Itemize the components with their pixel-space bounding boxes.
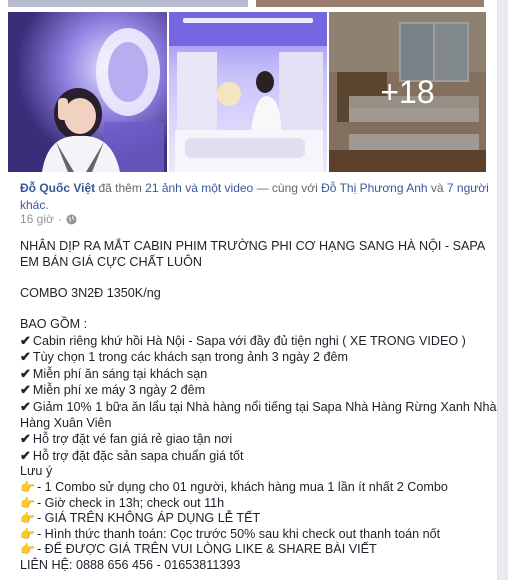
header-text: .	[45, 198, 49, 212]
previous-photo-edge	[256, 0, 484, 7]
checkmark-icon: ✔	[20, 349, 31, 365]
checkmark-icon: ✔	[20, 431, 31, 447]
include-item: ✔ Cabin riêng khứ hồi Hà Nội - Sapa với đ…	[20, 332, 466, 348]
pointing-hand-icon: 👉	[20, 542, 35, 557]
note-item: 👉 - Hình thức thanh toán: Cọc trước 50% s…	[20, 526, 441, 541]
note-item: 👉 - GIÁ TRÊN KHÔNG ÁP DỤNG LỄ TẾT	[20, 511, 261, 526]
include-item: ✔ Miễn phí ăn sáng tại khách sạn	[20, 365, 208, 381]
checkmark-icon: ✔	[20, 365, 31, 381]
pointing-hand-icon: 👉	[20, 495, 35, 510]
meta-separator: ·	[57, 212, 62, 226]
previous-post-strip	[0, 0, 497, 10]
contact-info: LIÊN HỆ: 0888 656 456 - 01653811393	[20, 557, 241, 572]
checkmark-icon: ✔	[20, 382, 31, 398]
more-photos-overlay[interactable]: +18	[329, 12, 486, 172]
include-item: ✔ Giảm 10% 1 bữa ăn lẩu tại Nhà hàng nổi …	[20, 398, 497, 414]
previous-photo-edge	[8, 0, 248, 7]
post-header: Đỗ Quốc Việt đã thêm 21 ảnh và một video…	[20, 180, 490, 214]
include-item: ✔ Tùy chọn 1 trong các khách sạn trong ản…	[20, 349, 348, 365]
globe-icon[interactable]	[66, 214, 77, 225]
include-item: ✔ Miễn phí xe máy 3 ngày 2 đêm	[20, 382, 206, 398]
photo-hotel-room[interactable]: +18	[329, 12, 486, 172]
post-card: +18 Đỗ Quốc Việt đã thêm 21 ảnh và một v…	[0, 0, 498, 580]
pointing-hand-icon: 👉	[20, 511, 35, 526]
timestamp-link[interactable]: 16 giờ	[20, 212, 54, 226]
combo-price: COMBO 3N2Đ 1350K/ng	[20, 285, 161, 300]
checkmark-icon: ✔	[20, 332, 31, 348]
post-headline: NHÂN DỊP RA MẮT CABIN PHIM TRƯỜNG PHI CƠ…	[20, 239, 486, 253]
author-name-link[interactable]: Đỗ Quốc Việt	[20, 181, 95, 195]
more-photos-count: +18	[380, 73, 435, 110]
note-item: 👉 - ĐỂ ĐƯỢC GIÁ TRÊN VUI LÒNG LIKE & SHAR…	[20, 542, 377, 557]
header-text: đã thêm	[95, 181, 146, 195]
pointing-hand-icon: 👉	[20, 479, 35, 494]
photo-cabin-girl[interactable]	[8, 12, 167, 172]
includes-title: BAO GỒM :	[20, 316, 88, 331]
include-item-cont: Hàng Xuân Viên	[20, 415, 112, 430]
checkmark-icon: ✔	[20, 398, 31, 414]
header-text: — cùng với	[253, 181, 322, 195]
post-headline: EM BÁN GIÁ CỰC CHẤT LUÔN	[20, 254, 202, 269]
note-item: 👉 - Giờ check in 13h; check out 11h	[20, 495, 225, 510]
checkmark-icon: ✔	[20, 447, 31, 463]
photo-cabin-interior[interactable]	[169, 12, 327, 172]
pointing-hand-icon: 👉	[20, 526, 35, 541]
note-title: Lưu ý	[20, 464, 53, 479]
include-item: ✔ Hỗ trợ đặt đặc sản sapa chuẩn giá tốt	[20, 447, 244, 463]
post-meta: 16 giờ ·	[20, 212, 77, 226]
note-item: 👉 - 1 Combo sử dụng cho 01 người, khách h…	[20, 479, 448, 494]
tagged-person-link[interactable]: Đỗ Thị Phương Anh	[321, 181, 427, 195]
post-body: NHÂN DỊP RA MẮT CABIN PHIM TRƯỜNG PHI CƠ…	[20, 239, 497, 573]
media-link[interactable]: 21 ảnh và một video	[145, 181, 253, 195]
photo-grid: +18	[8, 12, 486, 172]
include-item: ✔ Hỗ trợ đặt vé fan giá rẻ giao tận nơi	[20, 431, 233, 447]
header-text: và	[427, 181, 447, 195]
